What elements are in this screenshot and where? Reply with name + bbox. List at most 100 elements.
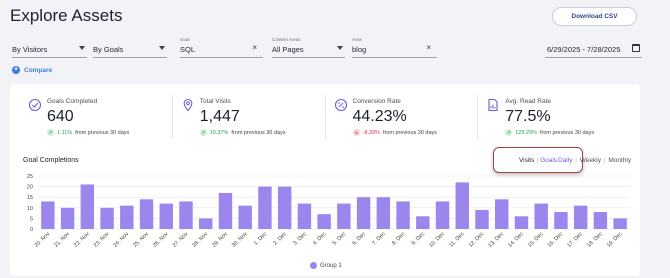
period-monthly-button[interactable]: Monthly — [608, 157, 631, 164]
period-weekly-button[interactable]: Weekly — [580, 157, 601, 164]
compare-label: Compare — [24, 66, 53, 74]
metric-goals-button[interactable]: Goals — [540, 157, 557, 164]
bar[interactable] — [277, 186, 292, 229]
kpi-change: ↗ 129.29% from previous 30 days — [505, 129, 594, 136]
bar[interactable] — [120, 205, 134, 229]
bar[interactable] — [179, 201, 193, 229]
period-divider: | — [603, 157, 606, 164]
compare-button[interactable]: + Compare — [12, 66, 52, 74]
metric-visits-button[interactable]: Visits — [519, 157, 534, 164]
toggle-divider: | — [536, 156, 539, 164]
x-tick-label: 8. Dec — [391, 231, 407, 247]
kpi-conversion-rate: Conversion Rate 44.23% ↘ -8.39% from pre… — [326, 95, 479, 139]
bar[interactable] — [199, 218, 213, 229]
bar[interactable] — [80, 184, 95, 229]
bar[interactable] — [455, 182, 469, 229]
bar[interactable] — [416, 216, 430, 229]
bar[interactable] — [337, 203, 351, 229]
clear-area-icon[interactable]: × — [426, 43, 431, 52]
kpi-label: Conversion Rate — [352, 98, 401, 105]
x-tick-label: 7. Dec — [371, 231, 387, 247]
plus-icon: + — [12, 66, 20, 74]
date-range-picker[interactable]: 6/29/2025 - 7/28/2025 — [545, 38, 642, 58]
kpi-label: Total Visits — [199, 98, 231, 105]
kpi-change-percent: -8.39% — [362, 129, 380, 136]
download-csv-button[interactable]: Download CSV — [552, 7, 637, 26]
percent-badge-icon — [334, 98, 347, 112]
period-divider: | — [575, 157, 577, 164]
goal-field-value: SQL — [180, 45, 196, 54]
area-field-caption: Area — [352, 37, 362, 42]
visitors-select[interactable]: By Visitors — [12, 38, 87, 58]
goal-field[interactable]: Goal SQL × — [180, 37, 263, 58]
visitors-select-value: By Visitors — [12, 45, 48, 54]
y-tick-label: 0 — [30, 227, 33, 233]
chevron-down-icon — [337, 46, 343, 50]
bar[interactable] — [435, 201, 450, 229]
x-tick-label: 28. Nov — [191, 231, 209, 249]
bar[interactable] — [613, 218, 627, 229]
y-tick-label: 15 — [27, 195, 33, 201]
arrow-down-icon: ↘ — [352, 129, 360, 136]
bar[interactable] — [317, 214, 331, 229]
arrow-up-icon: ↗ — [47, 129, 54, 136]
arrow-up-icon: ↗ — [199, 129, 207, 136]
content-areas-select[interactable]: Content Areas All Pages — [272, 37, 345, 58]
x-tick-label: 16. Dec — [547, 231, 565, 249]
bar[interactable] — [297, 203, 312, 229]
x-tick-label: 20. Nov — [34, 231, 52, 249]
kpi-value: 640 — [47, 108, 74, 125]
bar[interactable] — [356, 197, 371, 229]
bar[interactable] — [376, 197, 391, 229]
kpi-total-visits: Total Visits 1,447 ↗ 10.37% from previou… — [173, 95, 326, 139]
kpi-label: Goals Completed — [47, 98, 98, 105]
goals-mode-select[interactable]: By Goals — [93, 38, 167, 58]
x-tick-label: 1. Dec — [253, 231, 269, 247]
kpi-change-percent: 129.29% — [515, 129, 537, 136]
x-tick-label: 19. Dec — [606, 231, 624, 249]
bar[interactable] — [573, 205, 588, 229]
bar[interactable] — [41, 201, 55, 229]
bar[interactable] — [495, 199, 509, 229]
x-tick-label: 9. Dec — [411, 231, 427, 247]
x-tick-label: 26. Nov — [152, 231, 170, 249]
x-tick-label: 30. Nov — [231, 231, 249, 249]
bar[interactable] — [514, 216, 529, 229]
legend-label: Group 1 — [320, 262, 342, 269]
y-tick-label: 5 — [30, 216, 33, 222]
kpi-change-percent: 1.11% — [57, 129, 73, 136]
kpi-value: 44.23% — [352, 108, 407, 125]
location-pin-icon — [183, 98, 193, 112]
kpi-label: Avg. Read Rate — [505, 98, 552, 105]
legend-swatch — [310, 262, 317, 269]
x-tick-label: 29. Nov — [211, 231, 229, 249]
calendar-icon — [632, 44, 640, 52]
bar[interactable] — [258, 186, 272, 229]
bar[interactable] — [554, 212, 568, 229]
bar[interactable] — [534, 203, 548, 229]
area-field[interactable]: Area blog × — [352, 37, 437, 58]
bar[interactable] — [475, 209, 489, 229]
x-tick-label: 18. Dec — [586, 231, 604, 249]
x-tick-label: 3. Dec — [292, 231, 308, 247]
document-chart-icon — [488, 98, 498, 112]
period-daily-button[interactable]: Daily — [558, 157, 572, 164]
check-badge-icon — [28, 98, 42, 112]
goals-mode-select-value: By Goals — [93, 45, 124, 54]
bar[interactable] — [593, 212, 608, 229]
chevron-down-icon — [159, 46, 165, 50]
x-tick-label: 2. Dec — [273, 231, 289, 247]
bar[interactable] — [159, 203, 173, 229]
bar[interactable] — [218, 192, 233, 229]
kpi-change: ↗ 10.37% from previous 30 days — [199, 129, 286, 136]
x-tick-label: 11. Dec — [448, 231, 466, 249]
bar[interactable] — [139, 199, 154, 229]
y-tick-label: 25 — [27, 174, 33, 180]
bar[interactable] — [100, 207, 114, 229]
bar[interactable] — [396, 201, 410, 229]
bar[interactable] — [60, 207, 75, 229]
chart-legend[interactable]: Group 1 — [310, 262, 342, 269]
kpi-value: 77.5% — [505, 108, 551, 125]
clear-goal-icon[interactable]: × — [252, 43, 257, 52]
bar[interactable] — [238, 205, 252, 229]
